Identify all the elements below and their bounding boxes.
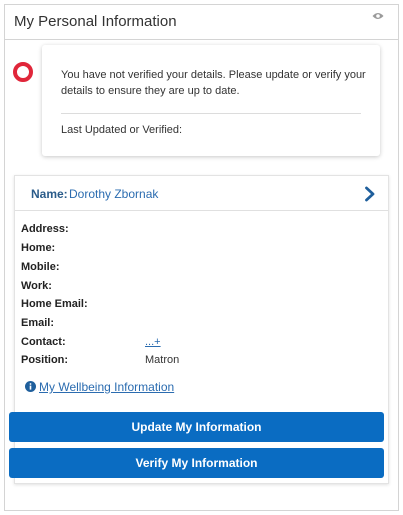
ring-icon: [13, 62, 33, 82]
wellbeing-link[interactable]: My Wellbeing Information: [39, 380, 174, 394]
field-label: Mobile:: [21, 261, 60, 273]
eye-icon[interactable]: [372, 12, 384, 20]
panel-header: My Personal Information: [5, 5, 398, 40]
field-label: Home:: [21, 242, 56, 254]
alert-message: You have not verified your details. Plea…: [61, 69, 366, 97]
info-icon: [25, 381, 36, 392]
field-label: Position:: [21, 354, 69, 366]
last-updated-label: Last Updated or Verified:: [61, 124, 183, 136]
verify-info-button[interactable]: Verify My Information: [9, 448, 384, 478]
name-label: Name:: [31, 187, 68, 201]
verification-alert: You have not verified your details. Plea…: [42, 45, 380, 156]
name-value: Dorothy Zbornak: [69, 187, 159, 201]
contact-more-link[interactable]: ...+: [145, 336, 161, 348]
alert-divider: [61, 113, 361, 114]
field-value: Matron: [145, 354, 180, 366]
name-row[interactable]: Name: Dorothy Zbornak: [15, 176, 388, 211]
personal-info-panel: My Personal Information You have not ver…: [4, 4, 399, 511]
chevron-right-icon[interactable]: [364, 186, 376, 202]
field-label: Work:: [21, 280, 52, 292]
field-label: Address:: [21, 223, 69, 235]
field-label: Email:: [21, 317, 55, 329]
field-label: Contact:: [21, 336, 66, 348]
field-label: Home Email:: [21, 298, 88, 310]
panel-title: My Personal Information: [14, 13, 177, 30]
update-info-button[interactable]: Update My Information: [9, 412, 384, 442]
